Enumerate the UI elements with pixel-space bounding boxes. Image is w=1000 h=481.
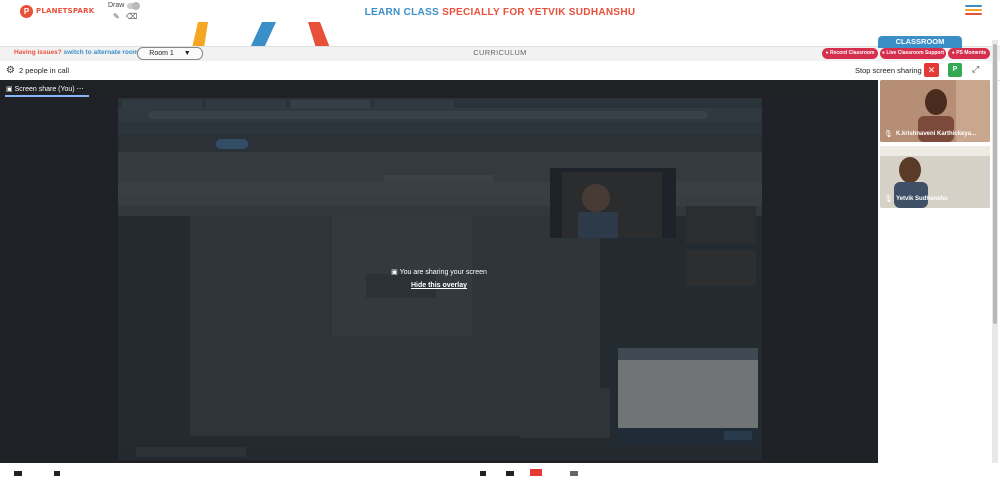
- record-classroom-label: Record Classroom: [829, 50, 875, 56]
- ps-moments-label: PS Moments: [956, 50, 987, 56]
- record-classroom-button[interactable]: ● Record Classroom: [822, 48, 878, 59]
- sharing-message: ▣ You are sharing your screen: [0, 268, 878, 276]
- expand-icon[interactable]: ⤢: [972, 64, 979, 75]
- title-part-1: LEARN CLASS: [364, 7, 440, 18]
- banner-decoration: [0, 22, 1000, 48]
- live-support-button[interactable]: ● Live Classroom Support: [880, 48, 946, 59]
- hide-overlay-link[interactable]: Hide this overlay: [0, 282, 878, 289]
- mic-icon: 🎙: [884, 196, 893, 203]
- ps-moments-button[interactable]: ● PS Moments: [948, 48, 990, 59]
- live-support-label: Live Classroom Support: [886, 50, 945, 56]
- screen-share-tab[interactable]: ▣ Screen share (You) ⋯: [6, 85, 84, 93]
- classroom-tab[interactable]: CLASSROOM: [878, 36, 962, 48]
- stop-sharing-button[interactable]: ✕: [924, 63, 939, 77]
- participant-name-2: Yetvik Sudhanshu: [896, 196, 948, 202]
- people-in-call: 2 people in call: [19, 66, 70, 75]
- scrollbar-thumb[interactable]: [993, 44, 997, 324]
- present-screen-icon: ▣: [391, 269, 398, 276]
- stop-sharing-label: Stop screen sharing: [855, 66, 922, 75]
- title-part-2: SPECIALLY FOR YETVIK SUDHANSHU: [442, 7, 636, 18]
- mic-icon: 🎙: [884, 131, 893, 138]
- tab-underline: [5, 95, 89, 97]
- call-header: [0, 61, 1000, 81]
- hamburger-menu-icon[interactable]: [965, 5, 982, 16]
- participant-name-1: K.krishnaveni Karthickeya...: [896, 131, 977, 137]
- screen-share-tab-label: Screen share (You): [14, 86, 75, 93]
- participant-p-button[interactable]: P: [948, 63, 962, 77]
- bottom-toolbar: [0, 463, 1000, 476]
- more-options-icon[interactable]: ⋯: [77, 86, 84, 93]
- sharing-message-text: You are sharing your screen: [399, 269, 487, 276]
- page-title: LEARN CLASS SPECIALLY FOR YETVIK SUDHANS…: [0, 7, 1000, 18]
- screen-share-icon: ▣: [6, 86, 13, 93]
- gear-icon[interactable]: ⚙: [6, 65, 15, 76]
- sharing-overlay: [0, 98, 878, 460]
